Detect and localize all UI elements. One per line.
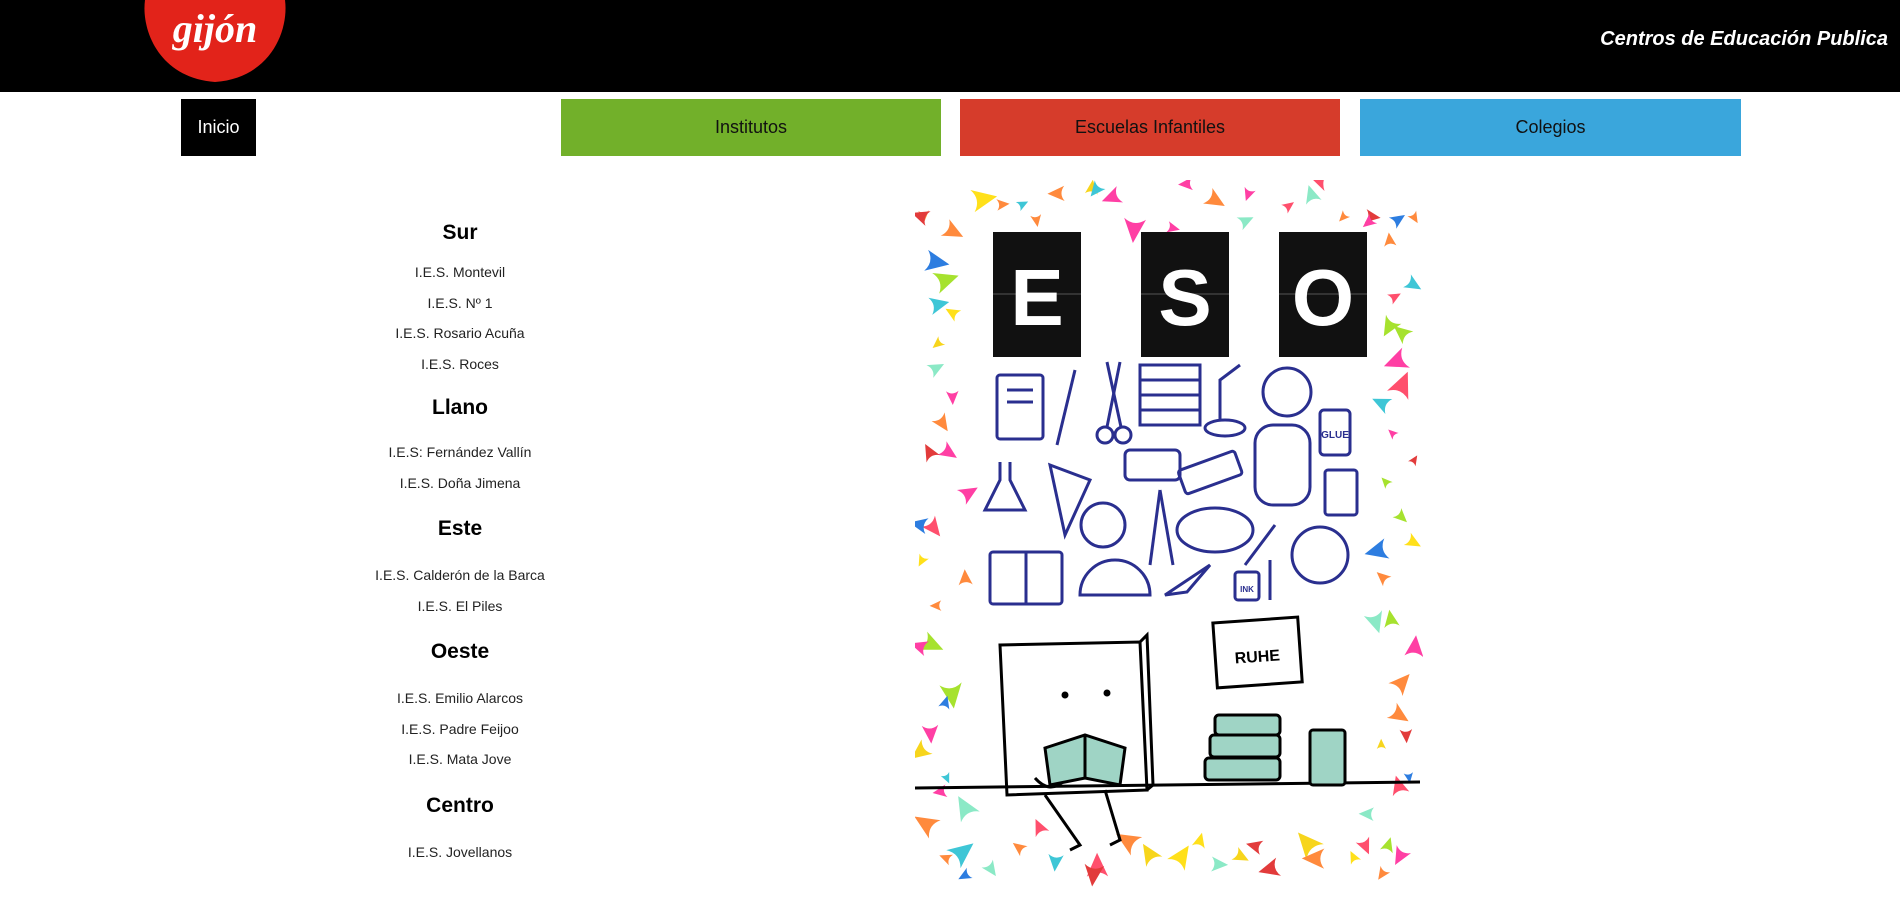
header-bar: gijón Centros de Educación Publica — [0, 0, 1900, 92]
zone-title-centro: Centro — [426, 793, 494, 817]
school-list-oeste: I.E.S. Emilio Alarcos I.E.S. Padre Feijo… — [330, 683, 590, 775]
gijon-logo[interactable]: gijón — [143, 0, 287, 82]
svg-text:O: O — [1292, 253, 1354, 342]
school-link[interactable]: I.E.S. Emilio Alarcos — [330, 683, 590, 714]
zone-title-oeste: Oeste — [430, 640, 490, 663]
svg-text:S: S — [1158, 253, 1211, 342]
svg-text:gijón: gijón — [172, 6, 257, 51]
school-list-llano: I.E.S: Fernández Vallín I.E.S. Doña Jime… — [330, 437, 590, 498]
svg-text:INK: INK — [1240, 585, 1254, 594]
school-link[interactable]: I.E.S. Padre Feijoo — [330, 714, 590, 745]
school-link[interactable]: I.E.S. Nº 1 — [330, 288, 590, 319]
zone-title-llano: Llano — [432, 396, 488, 419]
nav-escuelas-infantiles[interactable]: Escuelas Infantiles — [960, 99, 1340, 156]
nav-colegios[interactable]: Colegios — [1360, 99, 1741, 156]
school-link[interactable]: I.E.S. Doña Jimena — [330, 468, 590, 499]
school-link[interactable]: I.E.S: Fernández Vallín — [330, 437, 590, 468]
site-title: Centros de Educación Publica — [1600, 28, 1888, 50]
nav-institutos[interactable]: Institutos — [561, 99, 941, 156]
school-link[interactable]: I.E.S. El Piles — [330, 591, 590, 622]
school-list-este: I.E.S. Calderón de la Barca I.E.S. El Pi… — [330, 560, 590, 621]
svg-text:RUHE: RUHE — [1234, 647, 1281, 667]
school-link[interactable]: I.E.S. Roces — [330, 349, 590, 380]
school-link[interactable]: I.E.S. Calderón de la Barca — [330, 560, 590, 591]
school-list-centro: I.E.S. Jovellanos — [330, 837, 590, 868]
svg-text:E: E — [1010, 253, 1063, 342]
zone-title-sur: Sur — [442, 221, 478, 244]
eso-poster-image: E S O GLUE INK RUHE — [915, 180, 1423, 890]
zones-sidebar: Sur I.E.S. Montevil I.E.S. Nº 1 I.E.S. R… — [330, 215, 590, 867]
school-link[interactable]: I.E.S. Rosario Acuña — [330, 318, 590, 349]
zone-title-este: Este — [437, 517, 483, 540]
school-list-sur: I.E.S. Montevil I.E.S. Nº 1 I.E.S. Rosar… — [330, 257, 590, 379]
svg-text:GLUE: GLUE — [1321, 430, 1349, 441]
nav-inicio[interactable]: Inicio — [181, 99, 256, 156]
school-link[interactable]: I.E.S. Mata Jove — [330, 744, 590, 775]
school-link[interactable]: I.E.S. Montevil — [330, 257, 590, 288]
school-link[interactable]: I.E.S. Jovellanos — [330, 837, 590, 868]
